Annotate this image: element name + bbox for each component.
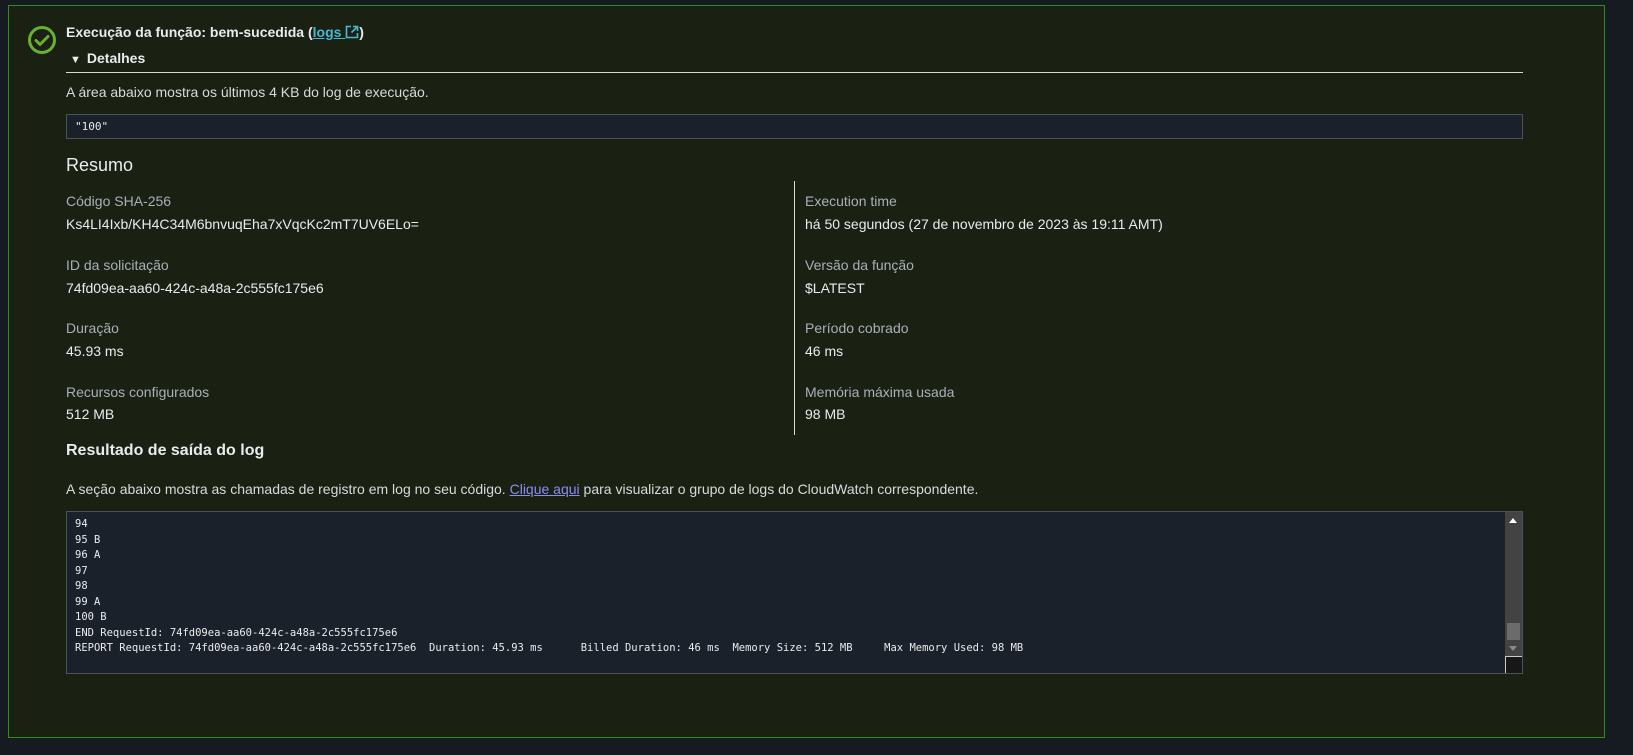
sha256-label: Código SHA-256 (66, 193, 172, 209)
details-toggle[interactable]: ▼ Detalhes (70, 50, 145, 66)
duration-value: 45.93 ms (66, 343, 124, 359)
scroll-up-icon[interactable] (1509, 518, 1517, 523)
log-text: 94 95 B 96 A 97 98 99 A 100 B END Reques… (75, 518, 1024, 654)
max-memory-label: Memória máxima usada (805, 384, 955, 400)
request-id-value: 74fd09ea-aa60-424c-a48a-2c555fc175e6 (66, 280, 324, 296)
resources-label: Recursos configurados (66, 384, 210, 400)
execution-time-value: há 50 segundos (27 de novembro de 2023 à… (805, 216, 1163, 232)
external-link-icon (345, 25, 359, 39)
success-check-icon (28, 26, 56, 54)
column-divider (794, 181, 795, 435)
scroll-down-icon[interactable] (1509, 646, 1517, 651)
scrollbar-thumb[interactable] (1507, 623, 1520, 640)
resize-handle-icon[interactable] (1505, 656, 1522, 673)
duration-label: Duração (66, 320, 119, 336)
resources-value: 512 MB (66, 406, 115, 422)
caret-down-icon: ▼ (70, 54, 81, 66)
execution-time-label: Execution time (805, 193, 897, 209)
log-output-heading: Resultado de saída do log (66, 442, 265, 459)
request-id-label: ID da solicitação (66, 257, 169, 273)
function-version-value: $LATEST (805, 280, 865, 296)
status-title: Execução da função: bem-sucedida (logs ) (66, 24, 364, 40)
summary-heading: Resumo (66, 155, 134, 175)
log-output-textarea[interactable]: 94 95 B 96 A 97 98 99 A 100 B END Reques… (66, 511, 1523, 674)
sha256-value: Ks4LI4Ixb/KH4C34M6bnvuqEha7xVqcKc2mT7UV6… (66, 216, 419, 232)
billed-duration-value: 46 ms (805, 343, 844, 359)
log-output-description: A seção abaixo mostra as chamadas de reg… (66, 481, 979, 497)
logs-link[interactable]: logs (313, 24, 360, 40)
divider (66, 72, 1523, 73)
max-memory-value: 98 MB (805, 406, 846, 422)
function-output-field[interactable]: "100" (66, 114, 1523, 139)
function-version-label: Versão da função (805, 257, 914, 273)
billed-duration-label: Período cobrado (805, 320, 909, 336)
details-description: A área abaixo mostra os últimos 4 KB do … (66, 84, 429, 100)
cloudwatch-link[interactable]: Clique aqui (510, 481, 580, 497)
scrollbar[interactable] (1505, 512, 1522, 673)
